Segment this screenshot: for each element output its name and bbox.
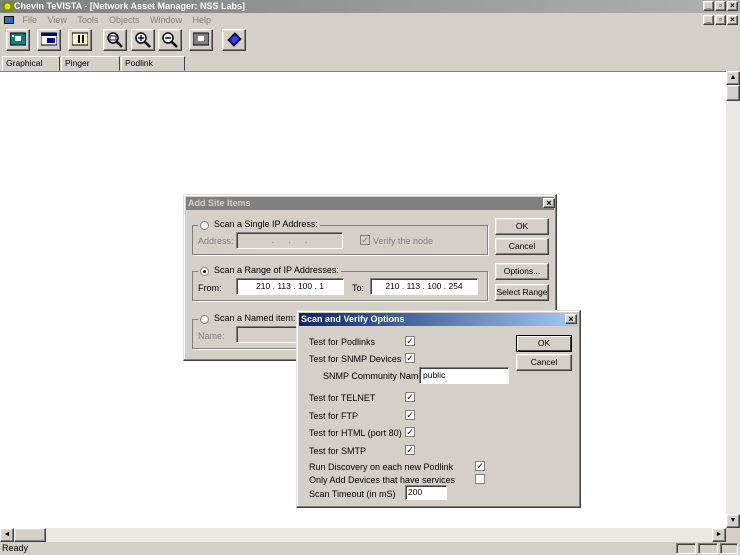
community-field[interactable]: public — [419, 367, 509, 384]
ftp-label: Test for FTP — [309, 411, 359, 421]
grid-icon[interactable] — [189, 29, 213, 51]
smtp-checkbox[interactable]: ✓ — [405, 445, 415, 455]
podlinks-checkbox[interactable]: ✓ — [405, 336, 415, 346]
map-icon[interactable] — [6, 29, 30, 51]
only-services-label: Only Add Devices that have services — [309, 475, 456, 485]
discovery-checkbox[interactable]: ✓ — [475, 461, 485, 471]
horizontal-scroll-thumb[interactable] — [14, 528, 46, 542]
book-icon[interactable] — [222, 29, 246, 51]
add-site-ok-button[interactable]: OK — [495, 218, 549, 235]
to-ip-field[interactable]: 210 . 113 . 100 . 254 — [370, 278, 478, 295]
menu-bar: File View Tools Objects Window Help _ ▫ … — [0, 13, 740, 27]
range-ip-radio[interactable] — [200, 267, 209, 276]
scroll-down-icon[interactable]: ▼ — [726, 514, 740, 528]
scan-options-title-bar[interactable]: Scan and Verify Options — [299, 313, 578, 326]
from-label: From: — [198, 283, 222, 293]
snmp-label: Test for SNMP Devices — [309, 354, 402, 364]
scan-options-close-icon[interactable]: × — [565, 314, 577, 324]
status-pane-1 — [676, 543, 696, 554]
select-range-button[interactable]: Select Range — [495, 284, 549, 301]
title-bar[interactable]: Chevin TeVISTA - [Network Asset Manager:… — [0, 0, 740, 13]
menu-tools[interactable]: Tools — [73, 13, 102, 27]
options-button[interactable]: Options... — [495, 263, 549, 280]
verify-node-checkbox[interactable]: ✓ — [360, 235, 370, 245]
menu-file[interactable]: File — [19, 13, 42, 27]
tab-pinger-controls[interactable]: Pinger Controls — [61, 56, 120, 81]
status-pane-3 — [720, 543, 738, 554]
doc-close-button[interactable]: × — [727, 15, 738, 25]
panel-icon[interactable] — [68, 29, 92, 51]
restore-button[interactable]: ▫ — [715, 1, 726, 11]
status-pane-2 — [698, 543, 718, 554]
menu-window[interactable]: Window — [146, 13, 186, 27]
minimize-button[interactable]: _ — [703, 1, 714, 11]
scan-options-cancel-button[interactable]: Cancel — [516, 354, 572, 371]
status-text: Ready — [2, 543, 29, 553]
html-checkbox[interactable]: ✓ — [405, 427, 415, 437]
smtp-label: Test for SMTP — [309, 446, 367, 456]
range-ip-option[interactable]: Scan a Range of IP Addresses: — [198, 265, 341, 276]
name-label: Name: — [198, 331, 225, 341]
timeout-label: Scan Timeout (in mS) — [309, 489, 396, 499]
single-ip-radio[interactable] — [200, 221, 209, 230]
ftp-checkbox[interactable]: ✓ — [405, 410, 415, 420]
zoom-fit-icon[interactable] — [103, 29, 127, 51]
timeout-field[interactable]: 200 — [405, 485, 447, 500]
scroll-right-icon[interactable]: ► — [712, 528, 726, 542]
status-bar: Ready — [0, 542, 740, 555]
discovery-label: Run Discovery on each new Podlink — [309, 462, 454, 472]
address-label: Address: — [198, 236, 234, 246]
snmp-checkbox[interactable]: ✓ — [405, 353, 415, 363]
add-site-cancel-button[interactable]: Cancel — [495, 238, 549, 255]
doc-minimize-button[interactable]: _ — [703, 15, 714, 25]
document-icon — [4, 16, 14, 24]
scan-verify-options-dialog: Scan and Verify Options × Test for Podli… — [296, 310, 581, 508]
menu-help[interactable]: Help — [189, 13, 216, 27]
to-label: To: — [352, 283, 365, 293]
telnet-checkbox[interactable]: ✓ — [405, 392, 415, 402]
single-ip-option[interactable]: Scan a Single IP Address: — [198, 219, 320, 230]
from-ip-field[interactable]: 210 . 113 . 100 . 1 — [236, 278, 344, 295]
zoom-in-icon[interactable] — [131, 29, 155, 51]
tab-graphical-map[interactable]: Graphical Map — [2, 56, 60, 81]
doc-restore-button[interactable]: ▫ — [715, 15, 726, 25]
zoom-out-icon[interactable] — [158, 29, 182, 51]
scroll-left-icon[interactable]: ◄ — [0, 528, 14, 542]
window-icon[interactable] — [37, 29, 61, 51]
menu-view[interactable]: View — [44, 13, 71, 27]
verify-node-label: Verify the node — [373, 236, 434, 246]
window-title: Chevin TeVISTA - [Network Asset Manager:… — [14, 1, 246, 11]
named-item-radio[interactable] — [200, 315, 209, 324]
range-ip-label: Scan a Range of IP Addresses: — [214, 265, 339, 275]
add-site-title-bar[interactable]: Add Site Items — [186, 197, 554, 210]
menu-objects[interactable]: Objects — [105, 13, 144, 27]
vertical-scrollbar[interactable]: ▲ ▼ — [726, 71, 740, 528]
tab-podlink-controls[interactable]: Podlink Controls — [121, 56, 185, 81]
scroll-corner — [726, 528, 740, 542]
vertical-scroll-thumb[interactable] — [726, 85, 740, 101]
named-item-label: Scan a Named item: — [214, 313, 296, 323]
address-field[interactable]: . . . — [236, 232, 343, 249]
html-label: Test for HTML (port 80) — [309, 428, 402, 438]
podlinks-label: Test for Podlinks — [309, 337, 376, 347]
app-icon — [2, 1, 13, 12]
add-site-close-icon[interactable]: × — [543, 198, 555, 208]
community-label: SNMP Community Name: — [323, 371, 426, 381]
single-ip-label: Scan a Single IP Address: — [214, 219, 318, 229]
only-services-checkbox[interactable] — [475, 474, 485, 484]
horizontal-scrollbar[interactable]: ◄ ► — [0, 528, 726, 542]
telnet-label: Test for TELNET — [309, 393, 376, 403]
scroll-up-icon[interactable]: ▲ — [726, 71, 740, 85]
close-button[interactable]: × — [727, 1, 738, 11]
scan-options-ok-button[interactable]: OK — [516, 335, 572, 352]
named-item-option[interactable]: Scan a Named item: — [198, 313, 298, 324]
